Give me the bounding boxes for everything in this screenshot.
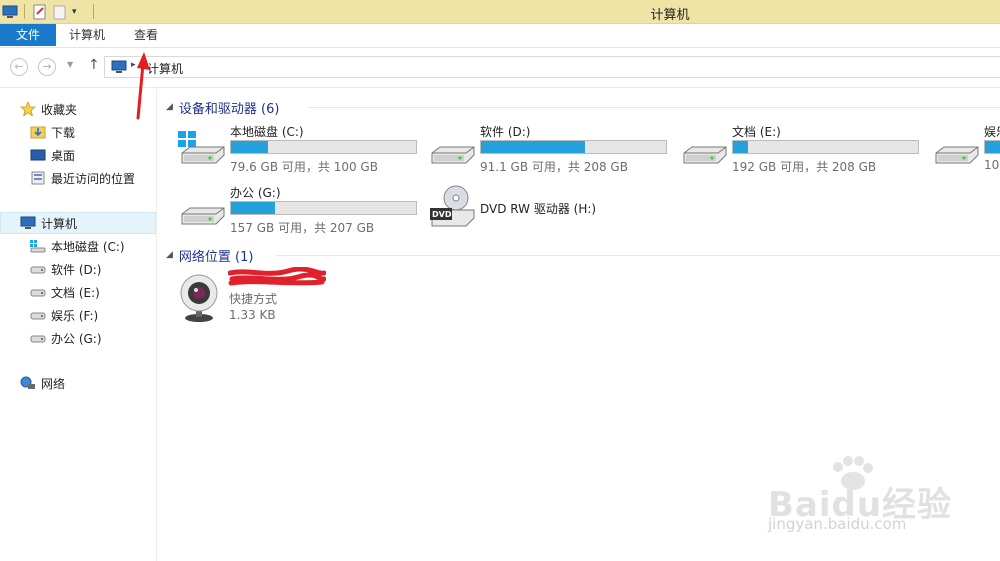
star-icon	[19, 100, 37, 118]
computer-icon	[111, 60, 127, 74]
chevron-down-icon: ◢	[166, 102, 173, 112]
drive-name: 娱乐	[984, 125, 1000, 139]
drive-usage-fill	[985, 141, 1000, 153]
drive-icon	[428, 131, 476, 167]
drive-usage-fill	[231, 202, 276, 214]
drive-usage-bar	[984, 140, 1000, 154]
item-size: 1.33 KB	[229, 308, 276, 322]
sidebar-item-label: 收藏夹	[41, 102, 78, 117]
drive-icon	[680, 131, 728, 167]
system-drive-icon	[178, 131, 226, 167]
network-icon	[20, 376, 36, 390]
sidebar-item-label: 软件 (D:)	[51, 262, 102, 277]
group-title: 设备和驱动器 (6)	[178, 101, 280, 117]
dvd-drive-icon: DVD	[428, 184, 476, 230]
drive-usage-bar	[732, 140, 919, 154]
group-header-devices[interactable]: ◢ 设备和驱动器 (6)	[166, 97, 279, 117]
watermark-url: jingyan.baidu.com	[768, 515, 907, 533]
recent-places-icon	[30, 171, 46, 185]
network-location-item[interactable]: 快捷方式 1.33 KB	[178, 266, 378, 327]
sidebar-item-label: 娱乐 (F:)	[51, 308, 99, 323]
drive-name: DVD RW 驱动器 (H:)	[480, 202, 597, 216]
drive-name: 文档 (E:)	[732, 125, 781, 139]
sidebar-item-downloads[interactable]: 下载	[30, 122, 75, 142]
up-button[interactable]: ↑	[88, 57, 100, 73]
drive-usage-fill	[733, 141, 748, 153]
sidebar-item-label: 下载	[51, 125, 76, 140]
sidebar-item-favorites[interactable]: 收藏夹	[19, 99, 78, 119]
drive-name: 软件 (D:)	[480, 125, 531, 139]
drive-name: 办公 (G:)	[230, 186, 281, 200]
forward-button[interactable]: →	[38, 58, 56, 76]
sidebar-item-label: 文档 (E:)	[51, 285, 100, 300]
baidu-watermark: Baidu经验 jingyan.baidu.com	[760, 455, 960, 540]
drive-space-info: 157 GB 可用，共 207 GB	[230, 221, 375, 235]
drive-icon	[30, 308, 46, 322]
sidebar-item-label: 桌面	[51, 148, 76, 163]
group-divider	[276, 255, 1000, 256]
navigation-pane: 收藏夹 下载 桌面 最近访问的位置 计算机 本地磁盘 (C:) 软件 (D:) …	[0, 89, 157, 561]
sidebar-item-drive-f[interactable]: 娱乐 (F:)	[30, 305, 98, 325]
window-title: 计算机	[650, 8, 690, 23]
group-header-network[interactable]: ◢ 网络位置 (1)	[166, 245, 253, 265]
sidebar-item-computer[interactable]: 计算机	[20, 213, 77, 233]
redacted-name-scribble	[227, 266, 327, 287]
sidebar-item-label: 计算机	[41, 216, 78, 231]
sidebar-item-label: 最近访问的位置	[51, 171, 136, 186]
sidebar-item-drive-g[interactable]: 办公 (G:)	[30, 328, 102, 348]
drive-space-info: 10	[984, 158, 1000, 172]
drive-tile-f[interactable]: 娱乐 10	[932, 121, 1000, 173]
group-divider	[308, 107, 1000, 108]
drive-tile-e[interactable]: 文档 (E:) 192 GB 可用，共 208 GB	[680, 121, 930, 174]
drive-tile-g[interactable]: 办公 (G:) 157 GB 可用，共 207 GB	[178, 182, 428, 235]
download-folder-icon	[30, 125, 46, 139]
sidebar-item-drive-e[interactable]: 文档 (E:)	[30, 282, 100, 302]
address-bar[interactable]: ▸ 计算机	[104, 56, 1000, 78]
tab-file[interactable]: 文件	[0, 24, 56, 46]
drive-icon	[30, 331, 46, 345]
group-title: 网络位置 (1)	[178, 249, 254, 265]
sidebar-item-drive-c[interactable]: 本地磁盘 (C:)	[30, 236, 125, 256]
drive-space-info: 79.6 GB 可用，共 100 GB	[230, 160, 378, 174]
drive-usage-fill	[231, 141, 268, 153]
drive-usage-fill	[481, 141, 585, 153]
title-bar: ▾ 计算机	[0, 0, 1000, 24]
back-button[interactable]: ←	[10, 58, 28, 76]
annotation-arrow-icon	[136, 52, 150, 120]
sidebar-item-drive-d[interactable]: 软件 (D:)	[30, 259, 101, 279]
drive-icon	[932, 131, 980, 167]
drive-icon	[30, 262, 46, 276]
drive-space-info: 91.1 GB 可用，共 208 GB	[480, 160, 628, 174]
sidebar-item-label: 本地磁盘 (C:)	[51, 239, 125, 254]
drive-tile-d[interactable]: 软件 (D:) 91.1 GB 可用，共 208 GB	[428, 121, 678, 174]
tab-view[interactable]: 查看	[134, 24, 158, 46]
item-type: 快捷方式	[229, 292, 278, 306]
tab-computer[interactable]: 计算机	[69, 24, 105, 46]
chevron-down-icon: ◢	[166, 250, 173, 260]
drive-icon	[178, 192, 226, 228]
drive-space-info: 192 GB 可用，共 208 GB	[732, 160, 877, 174]
computer-icon	[20, 216, 36, 230]
dvd-badge-label: DVD	[432, 210, 452, 219]
drive-name: 本地磁盘 (C:)	[230, 125, 304, 139]
drive-usage-bar	[230, 201, 417, 215]
drive-tile-c[interactable]: 本地磁盘 (C:) 79.6 GB 可用，共 100 GB	[178, 121, 428, 174]
sidebar-item-label: 办公 (G:)	[51, 331, 102, 346]
sidebar-item-desktop[interactable]: 桌面	[30, 145, 75, 165]
desktop-icon	[30, 148, 46, 162]
webcam-icon	[178, 273, 220, 323]
drive-tile-dvd[interactable]: DVD DVD RW 驱动器 (H:)	[428, 182, 678, 234]
system-drive-icon	[30, 239, 46, 253]
ribbon-tabs: 文件 计算机 查看	[0, 24, 1000, 48]
sidebar-item-recent-places[interactable]: 最近访问的位置	[30, 168, 135, 188]
recent-locations-dropdown-icon[interactable]: ▼	[67, 60, 73, 69]
sidebar-item-network[interactable]: 网络	[20, 373, 65, 393]
sidebar-item-label: 网络	[41, 376, 66, 391]
drive-icon	[30, 285, 46, 299]
drive-usage-bar	[230, 140, 417, 154]
drive-usage-bar	[480, 140, 667, 154]
